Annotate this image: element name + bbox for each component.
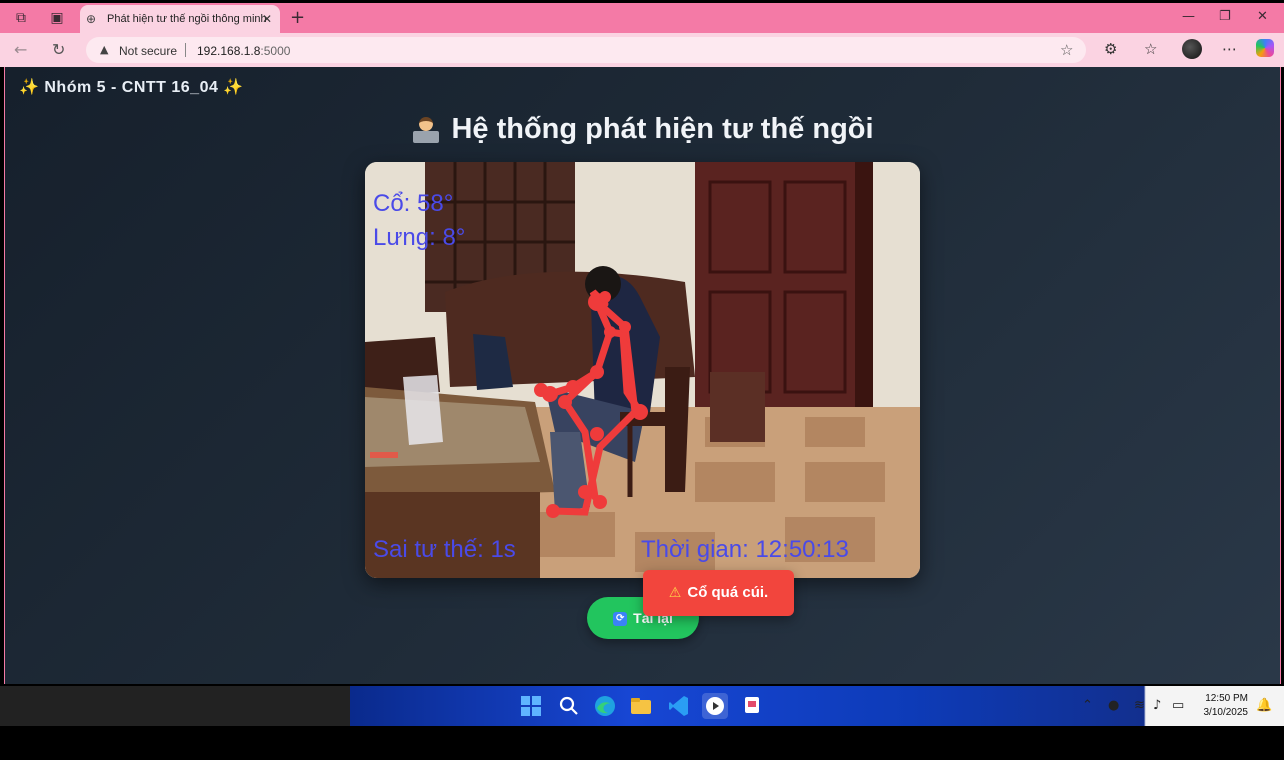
warning-icon: ▲ bbox=[100, 43, 109, 56]
restore-icon[interactable]: ❐ bbox=[1219, 9, 1231, 24]
tab-close-icon[interactable]: ✕ bbox=[262, 12, 272, 26]
address-bar[interactable]: ▲ Not secure 192.168.1.8:5000 ☆ bbox=[86, 37, 1086, 63]
extensions-icon[interactable]: ⚙ bbox=[1104, 40, 1117, 58]
divider bbox=[185, 43, 186, 57]
url-port: :5000 bbox=[260, 44, 291, 58]
clock-date: 3/10/2025 bbox=[1203, 707, 1249, 718]
notifications-icon[interactable]: 🔔 bbox=[1256, 698, 1272, 713]
screen: ⧉ ▣ ⊕ Phát hiện tư thế ngồi thông minh ✕… bbox=[0, 0, 1284, 760]
workspaces-icon[interactable]: ⧉ bbox=[12, 9, 30, 27]
copilot-icon[interactable] bbox=[1256, 39, 1274, 57]
tab-title: Phát hiện tư thế ngồi thông minh bbox=[107, 13, 267, 25]
warning-icon: ⚠ bbox=[668, 585, 682, 601]
person-laptop-icon bbox=[411, 116, 441, 144]
favorites-icon[interactable]: ☆ bbox=[1144, 40, 1157, 58]
globe-icon: ⊕ bbox=[86, 12, 97, 26]
favorite-star-icon[interactable]: ☆ bbox=[1060, 41, 1073, 59]
browser-toolbar: ← ↻ ▲ Not secure 192.168.1.8:5000 ☆ ⚙ ☆ … bbox=[0, 33, 1284, 67]
time-label: Thời gian: 12:50:13 bbox=[641, 536, 849, 563]
warning-toast: ⚠ Cổ quá cúi. bbox=[643, 570, 794, 616]
sparkle-icon: ✨ bbox=[19, 79, 40, 96]
vscode-icon[interactable] bbox=[666, 693, 692, 719]
battery-icon[interactable]: ▭ bbox=[1172, 698, 1184, 713]
tab-actions-icon[interactable]: ▣ bbox=[48, 9, 66, 27]
brand-label: ✨ Nhóm 5 - CNTT 16_04 ✨ bbox=[19, 77, 244, 97]
volume-icon[interactable]: ♪ bbox=[1153, 698, 1161, 713]
page-content: ✨ Nhóm 5 - CNTT 16_04 ✨ Hệ thống phát hi… bbox=[4, 67, 1281, 684]
sparkle-icon: ✨ bbox=[223, 79, 244, 96]
security-label: Not secure bbox=[119, 44, 178, 58]
clock[interactable]: 12:50 PM 3/10/2025 bbox=[1198, 692, 1249, 720]
tray-overflow-icon[interactable]: ⌃ bbox=[1082, 698, 1093, 713]
back-icon[interactable]: ← bbox=[14, 40, 27, 59]
search-icon[interactable] bbox=[556, 693, 582, 719]
taskbar: ⌃ ● ≋ ♪ ▭ 12:50 PM 3/10/2025 🔔 bbox=[350, 686, 1284, 726]
minimize-icon[interactable]: — bbox=[1182, 9, 1195, 24]
back-angle-label: Lưng: 8° bbox=[373, 224, 466, 251]
neck-angle-label: Cổ: 58° bbox=[373, 190, 454, 217]
clock-time: 12:50 PM bbox=[1205, 693, 1248, 704]
brand-text: Nhóm 5 - CNTT 16_04 bbox=[44, 79, 219, 96]
url-text: 192.168.1.8:5000 bbox=[197, 44, 290, 58]
refresh-icon[interactable]: ↻ bbox=[52, 40, 65, 59]
close-window-icon[interactable]: ✕ bbox=[1257, 9, 1268, 24]
camera-feed: Cổ: 58° Lưng: 8° Sai tư thế: 1s Thời gia… bbox=[365, 162, 920, 578]
url-host: 192.168.1.8 bbox=[197, 44, 261, 58]
reload-icon: ⟳ bbox=[613, 612, 628, 627]
more-menu-icon[interactable]: ⋯ bbox=[1222, 40, 1237, 58]
title-bar: ⧉ ▣ ⊕ Phát hiện tư thế ngồi thông minh ✕… bbox=[0, 3, 1284, 35]
tab-active[interactable]: ⊕ Phát hiện tư thế ngồi thông minh ✕ bbox=[80, 5, 280, 35]
start-button[interactable] bbox=[518, 693, 544, 719]
page-title-text: Hệ thống phát hiện tư thế ngồi bbox=[451, 113, 874, 145]
bad-posture-timer: Sai tư thế: 1s bbox=[373, 536, 516, 563]
wifi-icon[interactable]: ≋ bbox=[1134, 698, 1145, 713]
taskbar-left-area bbox=[0, 686, 350, 726]
browser-chrome: ⧉ ▣ ⊕ Phát hiện tư thế ngồi thông minh ✕… bbox=[0, 3, 1284, 67]
page-title: Hệ thống phát hiện tư thế ngồi bbox=[5, 113, 1280, 146]
profile-avatar[interactable] bbox=[1182, 39, 1202, 59]
microphone-icon[interactable]: ● bbox=[1108, 698, 1119, 713]
toast-text: Cổ quá cúi. bbox=[687, 584, 769, 601]
edge-icon[interactable] bbox=[592, 693, 618, 719]
media-player-icon[interactable] bbox=[702, 693, 728, 719]
screen-bottom-bar bbox=[0, 726, 1284, 760]
snipping-tool-icon[interactable] bbox=[740, 693, 766, 719]
new-tab-icon[interactable]: + bbox=[290, 7, 305, 28]
file-explorer-icon[interactable] bbox=[628, 693, 654, 719]
